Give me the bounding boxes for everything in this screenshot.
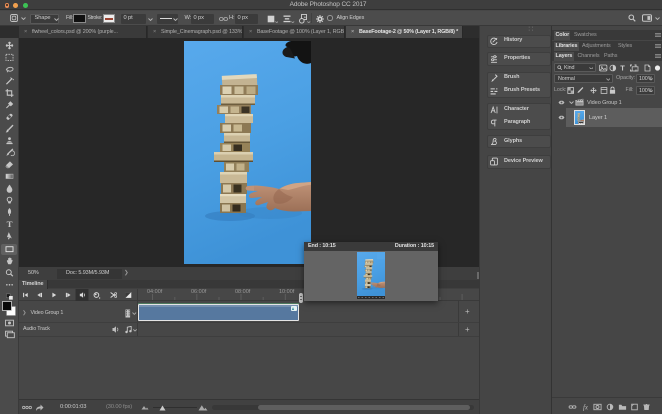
svg-text:fx: fx	[583, 404, 589, 412]
svg-text:T: T	[620, 64, 625, 72]
svg-text:T: T	[7, 219, 13, 229]
